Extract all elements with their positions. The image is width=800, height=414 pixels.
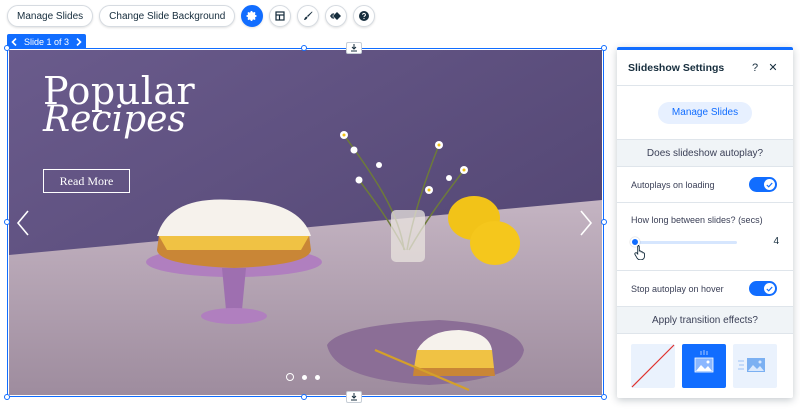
slide-transition-icon	[738, 358, 765, 372]
slide-navigator: Slide 1 of 3	[7, 34, 87, 49]
autoplay-section-header: Does slideshow autoplay?	[617, 140, 793, 167]
help-icon	[359, 11, 370, 21]
resize-handle[interactable]	[301, 394, 307, 400]
chevron-right-icon	[76, 37, 82, 46]
download-icon	[351, 44, 357, 52]
panel-header: Slideshow Settings ? ✕	[617, 50, 793, 86]
hand-cursor-icon	[634, 245, 645, 260]
layout-icon	[275, 11, 285, 21]
slide-counter: Slide 1 of 3	[24, 36, 70, 47]
manage-slides-button[interactable]: Manage Slides	[7, 5, 94, 27]
help-icon[interactable]: ?	[746, 62, 764, 74]
download-icon	[351, 393, 357, 401]
interval-value: 4	[773, 236, 779, 247]
resize-handle[interactable]	[4, 394, 10, 400]
next-slide-button[interactable]	[72, 34, 86, 49]
transition-none-option[interactable]	[631, 344, 675, 388]
selection-frame	[7, 48, 604, 397]
check-icon	[766, 286, 773, 292]
stop-on-hover-row: Stop autoplay on hover	[617, 271, 793, 307]
autoplay-toggle[interactable]	[749, 177, 777, 192]
animation-button[interactable]	[325, 5, 348, 27]
manage-slides-section: Manage Slides	[617, 86, 793, 140]
resize-handle[interactable]	[601, 45, 607, 51]
crossfade-icon	[694, 350, 714, 373]
change-slide-background-button[interactable]: Change Slide Background	[99, 5, 236, 27]
transition-effects	[617, 334, 793, 398]
stretch-top-button[interactable]	[346, 42, 362, 54]
chevron-left-icon	[11, 37, 17, 46]
animation-icon	[330, 12, 342, 20]
design-brush-icon	[304, 11, 313, 20]
autoplay-label: Autoplays on loading	[631, 179, 715, 190]
transition-crossfade-option[interactable]	[682, 344, 726, 388]
check-icon	[766, 182, 773, 188]
stretch-bottom-button[interactable]	[346, 391, 362, 403]
stop-on-hover-toggle[interactable]	[749, 281, 777, 296]
transition-slide-option[interactable]	[733, 344, 777, 388]
panel-title: Slideshow Settings	[628, 61, 725, 74]
close-icon[interactable]: ✕	[764, 61, 782, 74]
interval-label: How long between slides? (secs)	[631, 215, 763, 225]
floating-toolbar: Manage Slides Change Slide Background	[7, 5, 376, 27]
layout-button[interactable]	[269, 5, 292, 27]
transition-section-header: Apply transition effects?	[617, 307, 793, 334]
settings-button[interactable]	[241, 5, 264, 27]
resize-handle[interactable]	[4, 45, 10, 51]
autoplay-row: Autoplays on loading	[617, 167, 793, 203]
help-button[interactable]	[353, 5, 376, 27]
interval-slider-row: How long between slides? (secs) 4	[617, 203, 793, 271]
gear-icon	[246, 11, 257, 21]
panel-manage-slides-button[interactable]: Manage Slides	[657, 101, 753, 124]
resize-handle[interactable]	[601, 219, 607, 225]
no-transition-icon	[631, 344, 675, 388]
stop-on-hover-label: Stop autoplay on hover	[631, 283, 724, 294]
resize-handle[interactable]	[301, 45, 307, 51]
slideshow-settings-panel: Slideshow Settings ? ✕ Manage Slides Doe…	[617, 47, 793, 398]
design-button[interactable]	[297, 5, 320, 27]
resize-handle[interactable]	[4, 219, 10, 225]
resize-handle[interactable]	[601, 394, 607, 400]
